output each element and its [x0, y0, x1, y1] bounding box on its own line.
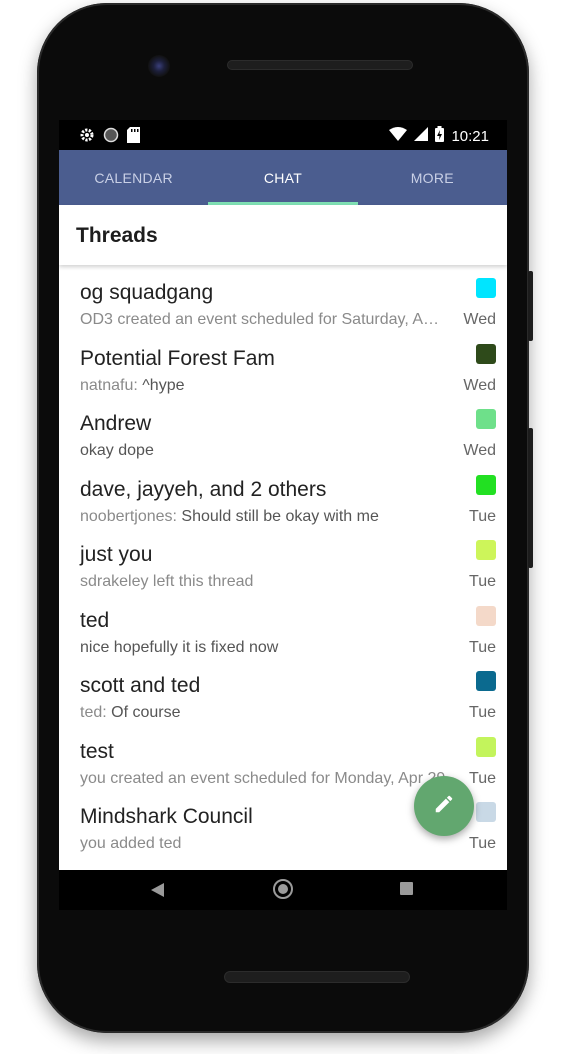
thread-day: Wed: [463, 376, 496, 394]
thread-preview-text: Should still be okay with me: [181, 507, 379, 525]
bottom-speaker: [224, 971, 410, 983]
thread-row[interactable]: dave, jayyeh, and 2 others noobertjones:…: [59, 471, 507, 537]
thread-preview-text: Of course: [111, 704, 181, 721]
recents-icon[interactable]: [400, 882, 413, 895]
app-bar: Threads: [59, 205, 507, 265]
status-bar: 10:21: [59, 120, 507, 150]
thread-preview: okay dope: [80, 442, 445, 460]
thread-color-swatch: [476, 278, 496, 298]
thread-preview-text: nice hopefully it is fixed now: [80, 638, 279, 656]
tab-chat[interactable]: CHAT: [208, 150, 358, 205]
new-thread-button[interactable]: [414, 776, 474, 836]
thread-row[interactable]: just you sdrakeley left this thread Tue: [59, 536, 507, 602]
sync-icon: [103, 127, 119, 147]
tab-more[interactable]: MORE: [358, 150, 507, 205]
thread-preview-text: you added ted: [80, 835, 182, 852]
thread-color-swatch: [476, 540, 496, 560]
thread-preview: you created an event scheduled for Monda…: [80, 770, 445, 788]
thread-color-swatch: [476, 802, 496, 822]
thread-row[interactable]: scott and ted ted: Of course Tue: [59, 667, 507, 733]
thread-day: Tue: [469, 704, 496, 721]
thread-row[interactable]: Potential Forest Fam natnafu: ^hype Wed: [59, 340, 507, 406]
earpiece-speaker: [227, 60, 413, 70]
navigation-bar: [59, 870, 507, 910]
thread-title: Potential Forest Fam: [80, 346, 275, 370]
page-title: Threads: [76, 224, 158, 247]
back-icon[interactable]: [151, 883, 164, 902]
thread-sender: noobertjones:: [80, 507, 182, 525]
thread-color-swatch: [476, 605, 496, 626]
thread-title: just you: [80, 543, 153, 566]
thread-preview: ted: Of course: [80, 704, 445, 722]
signal-icon: [414, 127, 429, 145]
thread-color-swatch: [476, 409, 496, 429]
thread-preview: you added ted: [80, 835, 445, 853]
thread-title: Mindshark Council: [80, 805, 253, 828]
thread-day: Wed: [463, 442, 496, 459]
sd-card-icon: [127, 127, 140, 147]
thread-row[interactable]: ted nice hopefully it is fixed now Tue: [59, 602, 507, 668]
status-time: 10:21: [451, 127, 489, 145]
thread-preview: natnafu: ^hype: [80, 377, 445, 395]
thread-day: Tue: [469, 573, 496, 590]
power-button: [528, 271, 533, 341]
volume-button: [528, 428, 533, 568]
home-icon[interactable]: [273, 879, 293, 899]
tab-bar: CALENDAR CHAT MORE: [59, 150, 507, 205]
thread-preview: sdrakeley left this thread: [80, 573, 445, 591]
thread-title: Andrew: [80, 412, 152, 435]
pencil-icon: [433, 793, 455, 820]
screen: 10:21 CALENDAR CHAT MORE Threads og squa…: [59, 120, 507, 910]
thread-preview: OD3 created an event scheduled for Satur…: [80, 311, 445, 329]
thread-day: Tue: [469, 835, 496, 852]
thread-preview-text: you created an event scheduled for Monda…: [80, 769, 445, 787]
thread-color-swatch: [476, 474, 496, 495]
tab-calendar[interactable]: CALENDAR: [59, 150, 208, 205]
thread-sender: natnafu:: [80, 376, 143, 394]
thread-color-swatch: [476, 671, 496, 691]
thread-row[interactable]: Andrew okay dope Wed: [59, 405, 507, 471]
wifi-icon: [389, 127, 408, 145]
thread-title: scott and ted: [80, 674, 201, 697]
thread-row[interactable]: og squadgang OD3 created an event schedu…: [59, 274, 507, 340]
thread-title: ted: [80, 608, 110, 632]
thread-preview-text: okay dope: [80, 442, 154, 459]
thread-preview-text: sdrakeley left this thread: [80, 573, 254, 590]
settings-icon: [79, 127, 95, 147]
thread-title: test: [80, 739, 114, 763]
thread-day: Wed: [463, 311, 496, 328]
thread-preview-text: ^hype: [142, 376, 185, 394]
thread-preview-text: OD3 created an event scheduled for Satur…: [80, 311, 445, 328]
thread-sender: ted:: [80, 704, 112, 721]
thread-day: Tue: [469, 507, 496, 525]
thread-title: dave, jayyeh, and 2 others: [80, 477, 327, 501]
thread-preview: nice hopefully it is fixed now: [80, 639, 445, 657]
thread-preview: noobertjones: Should still be okay with …: [80, 508, 445, 526]
front-camera: [148, 55, 170, 77]
battery-icon: [435, 126, 445, 146]
thread-color-swatch: [476, 736, 496, 757]
thread-day: Tue: [469, 638, 496, 656]
thread-title: og squadgang: [80, 281, 214, 304]
thread-color-swatch: [476, 343, 496, 364]
thread-day: Tue: [469, 769, 496, 787]
